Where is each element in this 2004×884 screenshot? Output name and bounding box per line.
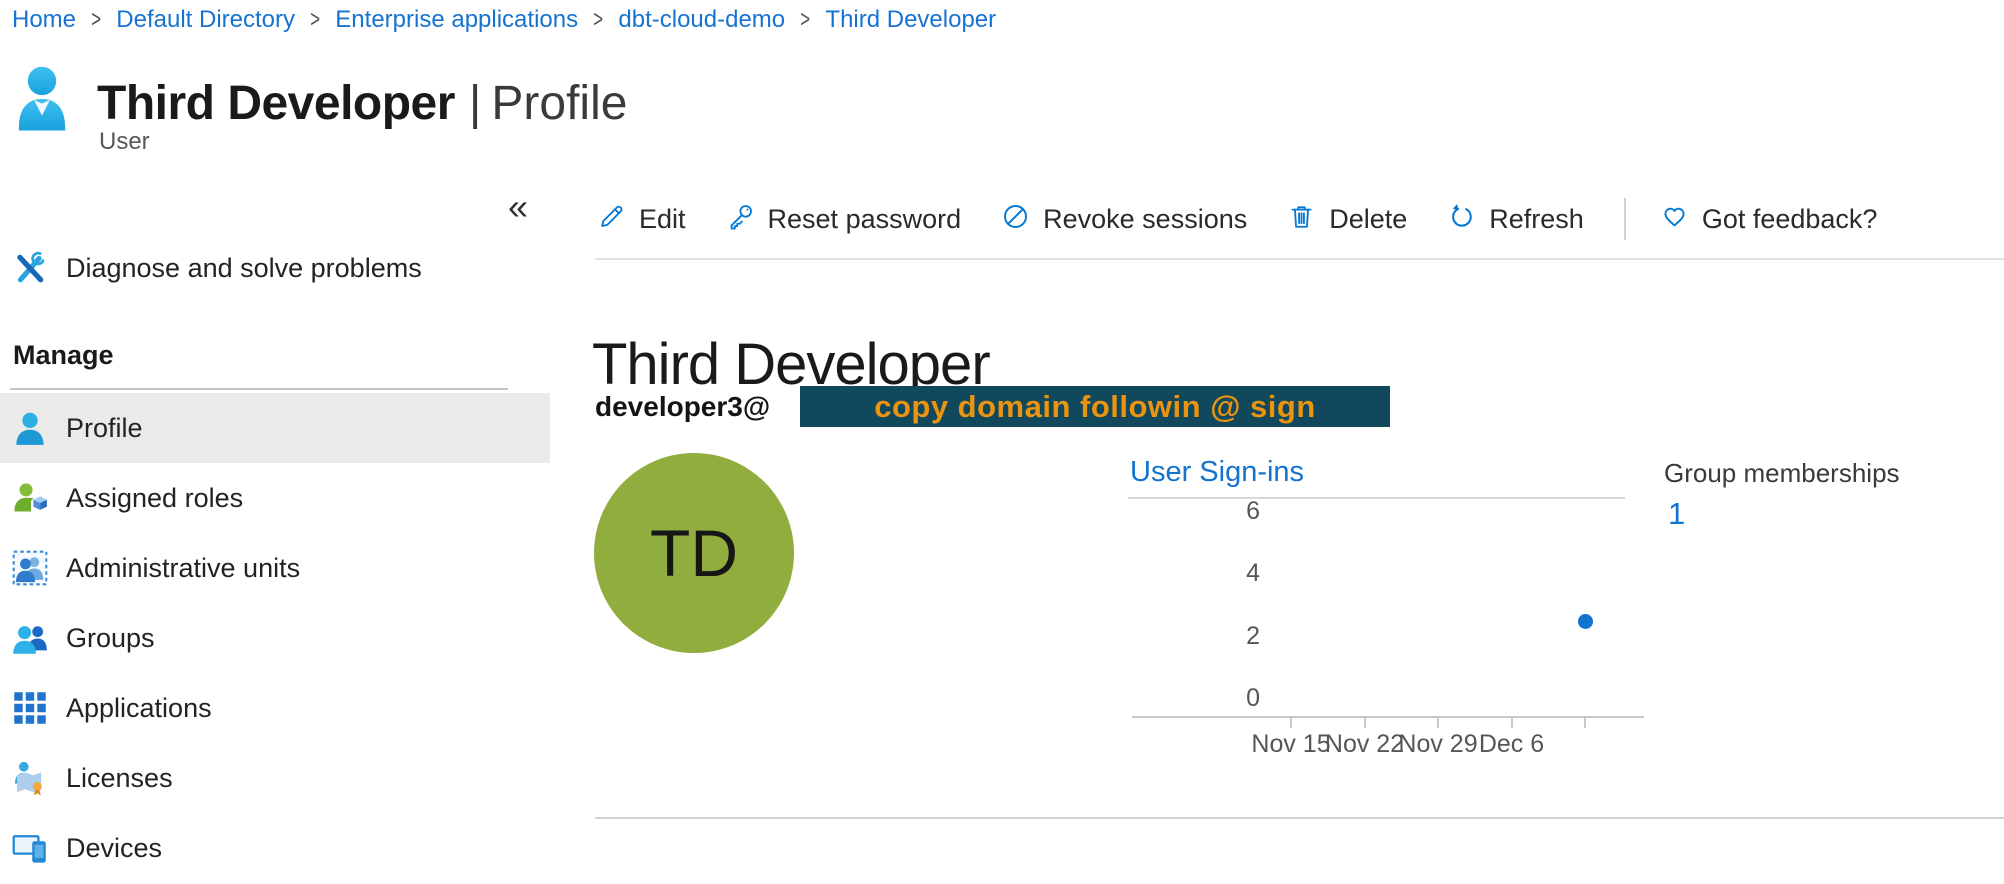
avatar[interactable]: TD xyxy=(594,453,794,653)
administrative-units-icon xyxy=(12,550,48,586)
avatar-initials: TD xyxy=(650,515,738,591)
x-axis-label: Dec 6 xyxy=(1447,730,1577,759)
x-axis-tick xyxy=(1437,716,1439,728)
redaction-note: copy domain followin @ sign xyxy=(874,389,1316,425)
user-signins-link[interactable]: User Sign-ins xyxy=(1130,456,1304,489)
sidebar-item-label: Diagnose and solve problems xyxy=(66,253,422,284)
y-axis-label: 4 xyxy=(1128,559,1260,588)
y-axis-label: 0 xyxy=(1128,684,1260,713)
group-memberships-label: Group memberships xyxy=(1664,458,1900,489)
diagnose-icon xyxy=(12,250,48,286)
breadcrumb-separator: > xyxy=(593,6,603,34)
upn-prefix: developer3@ xyxy=(595,391,770,423)
sidebar-item-assigned-roles[interactable]: Assigned roles xyxy=(0,463,550,533)
breadcrumb-link-third-developer[interactable]: Third Developer xyxy=(825,6,996,34)
toolbar-button-label: Reset password xyxy=(768,204,962,235)
assigned-roles-icon xyxy=(12,480,48,516)
got-feedback-button[interactable]: Got feedback? xyxy=(1660,202,1878,236)
breadcrumb-link-dbt-cloud-demo[interactable]: dbt-cloud-demo xyxy=(618,6,785,34)
revoke-sessions-button[interactable]: Revoke sessions xyxy=(1001,202,1247,236)
sidebar-item-licenses[interactable]: Licenses xyxy=(0,743,550,813)
toolbar-button-label: Delete xyxy=(1329,204,1407,235)
section-divider xyxy=(595,817,2004,819)
toolbar-separator xyxy=(1624,198,1626,240)
licenses-icon xyxy=(12,760,48,796)
x-axis-tick xyxy=(1290,716,1292,728)
sidebar-item-label: Applications xyxy=(66,693,212,724)
sidebar-item-profile[interactable]: Profile xyxy=(0,393,550,463)
sidebar-section-divider xyxy=(10,388,508,390)
block-icon xyxy=(1001,202,1043,236)
sidebar: « Diagnose and solve problems Manage Pro… xyxy=(0,0,560,884)
sidebar-item-diagnose-and-solve-problems[interactable]: Diagnose and solve problems xyxy=(0,240,550,296)
reset-password-button[interactable]: Reset password xyxy=(726,202,962,236)
sidebar-collapse-button[interactable]: « xyxy=(508,186,528,228)
edit-button[interactable]: Edit xyxy=(597,202,686,236)
sidebar-item-devices[interactable]: Devices xyxy=(0,813,550,883)
groups-icon xyxy=(12,620,48,656)
x-axis-tick xyxy=(1511,716,1513,728)
refresh-button[interactable]: Refresh xyxy=(1447,202,1584,236)
delete-button[interactable]: Delete xyxy=(1287,202,1407,236)
y-axis-label: 6 xyxy=(1128,497,1260,526)
sidebar-item-label: Assigned roles xyxy=(66,483,243,514)
toolbar-button-label: Edit xyxy=(639,204,686,235)
upn-row: developer3@ xyxy=(595,386,770,427)
user-profile-page: Home>Default Directory>Enterprise applic… xyxy=(0,0,2004,884)
toolbar-divider xyxy=(595,258,2004,260)
toolbar: Edit Reset password Revoke sessions Delete R… xyxy=(597,194,1917,244)
sidebar-item-administrative-units[interactable]: Administrative units xyxy=(0,533,550,603)
sidebar-item-applications[interactable]: Applications xyxy=(0,673,550,743)
x-axis-line xyxy=(1132,716,1644,718)
sidebar-item-label: Devices xyxy=(66,833,162,864)
identity-section-title: Identity xyxy=(595,878,705,884)
applications-icon xyxy=(12,690,48,726)
sidebar-item-groups[interactable]: Groups xyxy=(0,603,550,673)
toolbar-button-label: Refresh xyxy=(1489,204,1584,235)
sidebar-section-manage: Manage xyxy=(13,340,114,371)
x-axis-tick xyxy=(1364,716,1366,728)
sidebar-item-label: Licenses xyxy=(66,763,173,794)
toolbar-button-label: Revoke sessions xyxy=(1043,204,1247,235)
profile-icon xyxy=(12,410,48,446)
y-axis-label: 2 xyxy=(1128,622,1260,651)
trash-icon xyxy=(1287,202,1329,236)
sidebar-item-label: Profile xyxy=(66,413,143,444)
breadcrumb-separator: > xyxy=(800,6,810,34)
toolbar-button-label: Got feedback? xyxy=(1702,204,1878,235)
key-icon xyxy=(726,202,768,236)
x-axis-tick xyxy=(1584,716,1586,728)
redaction-overlay: copy domain followin @ sign xyxy=(800,386,1390,427)
signin-data-point xyxy=(1578,614,1593,629)
pencil-icon xyxy=(597,202,639,236)
group-memberships-count-link[interactable]: 1 xyxy=(1668,496,1685,532)
devices-icon xyxy=(12,830,48,866)
refresh-icon xyxy=(1447,202,1489,236)
sidebar-item-label: Groups xyxy=(66,623,155,654)
sidebar-item-label: Administrative units xyxy=(66,553,300,584)
user-signins-chart: User Sign-ins 6420Nov 15Nov 22Nov 29Dec … xyxy=(1128,456,1673,786)
heart-icon xyxy=(1660,202,1702,236)
